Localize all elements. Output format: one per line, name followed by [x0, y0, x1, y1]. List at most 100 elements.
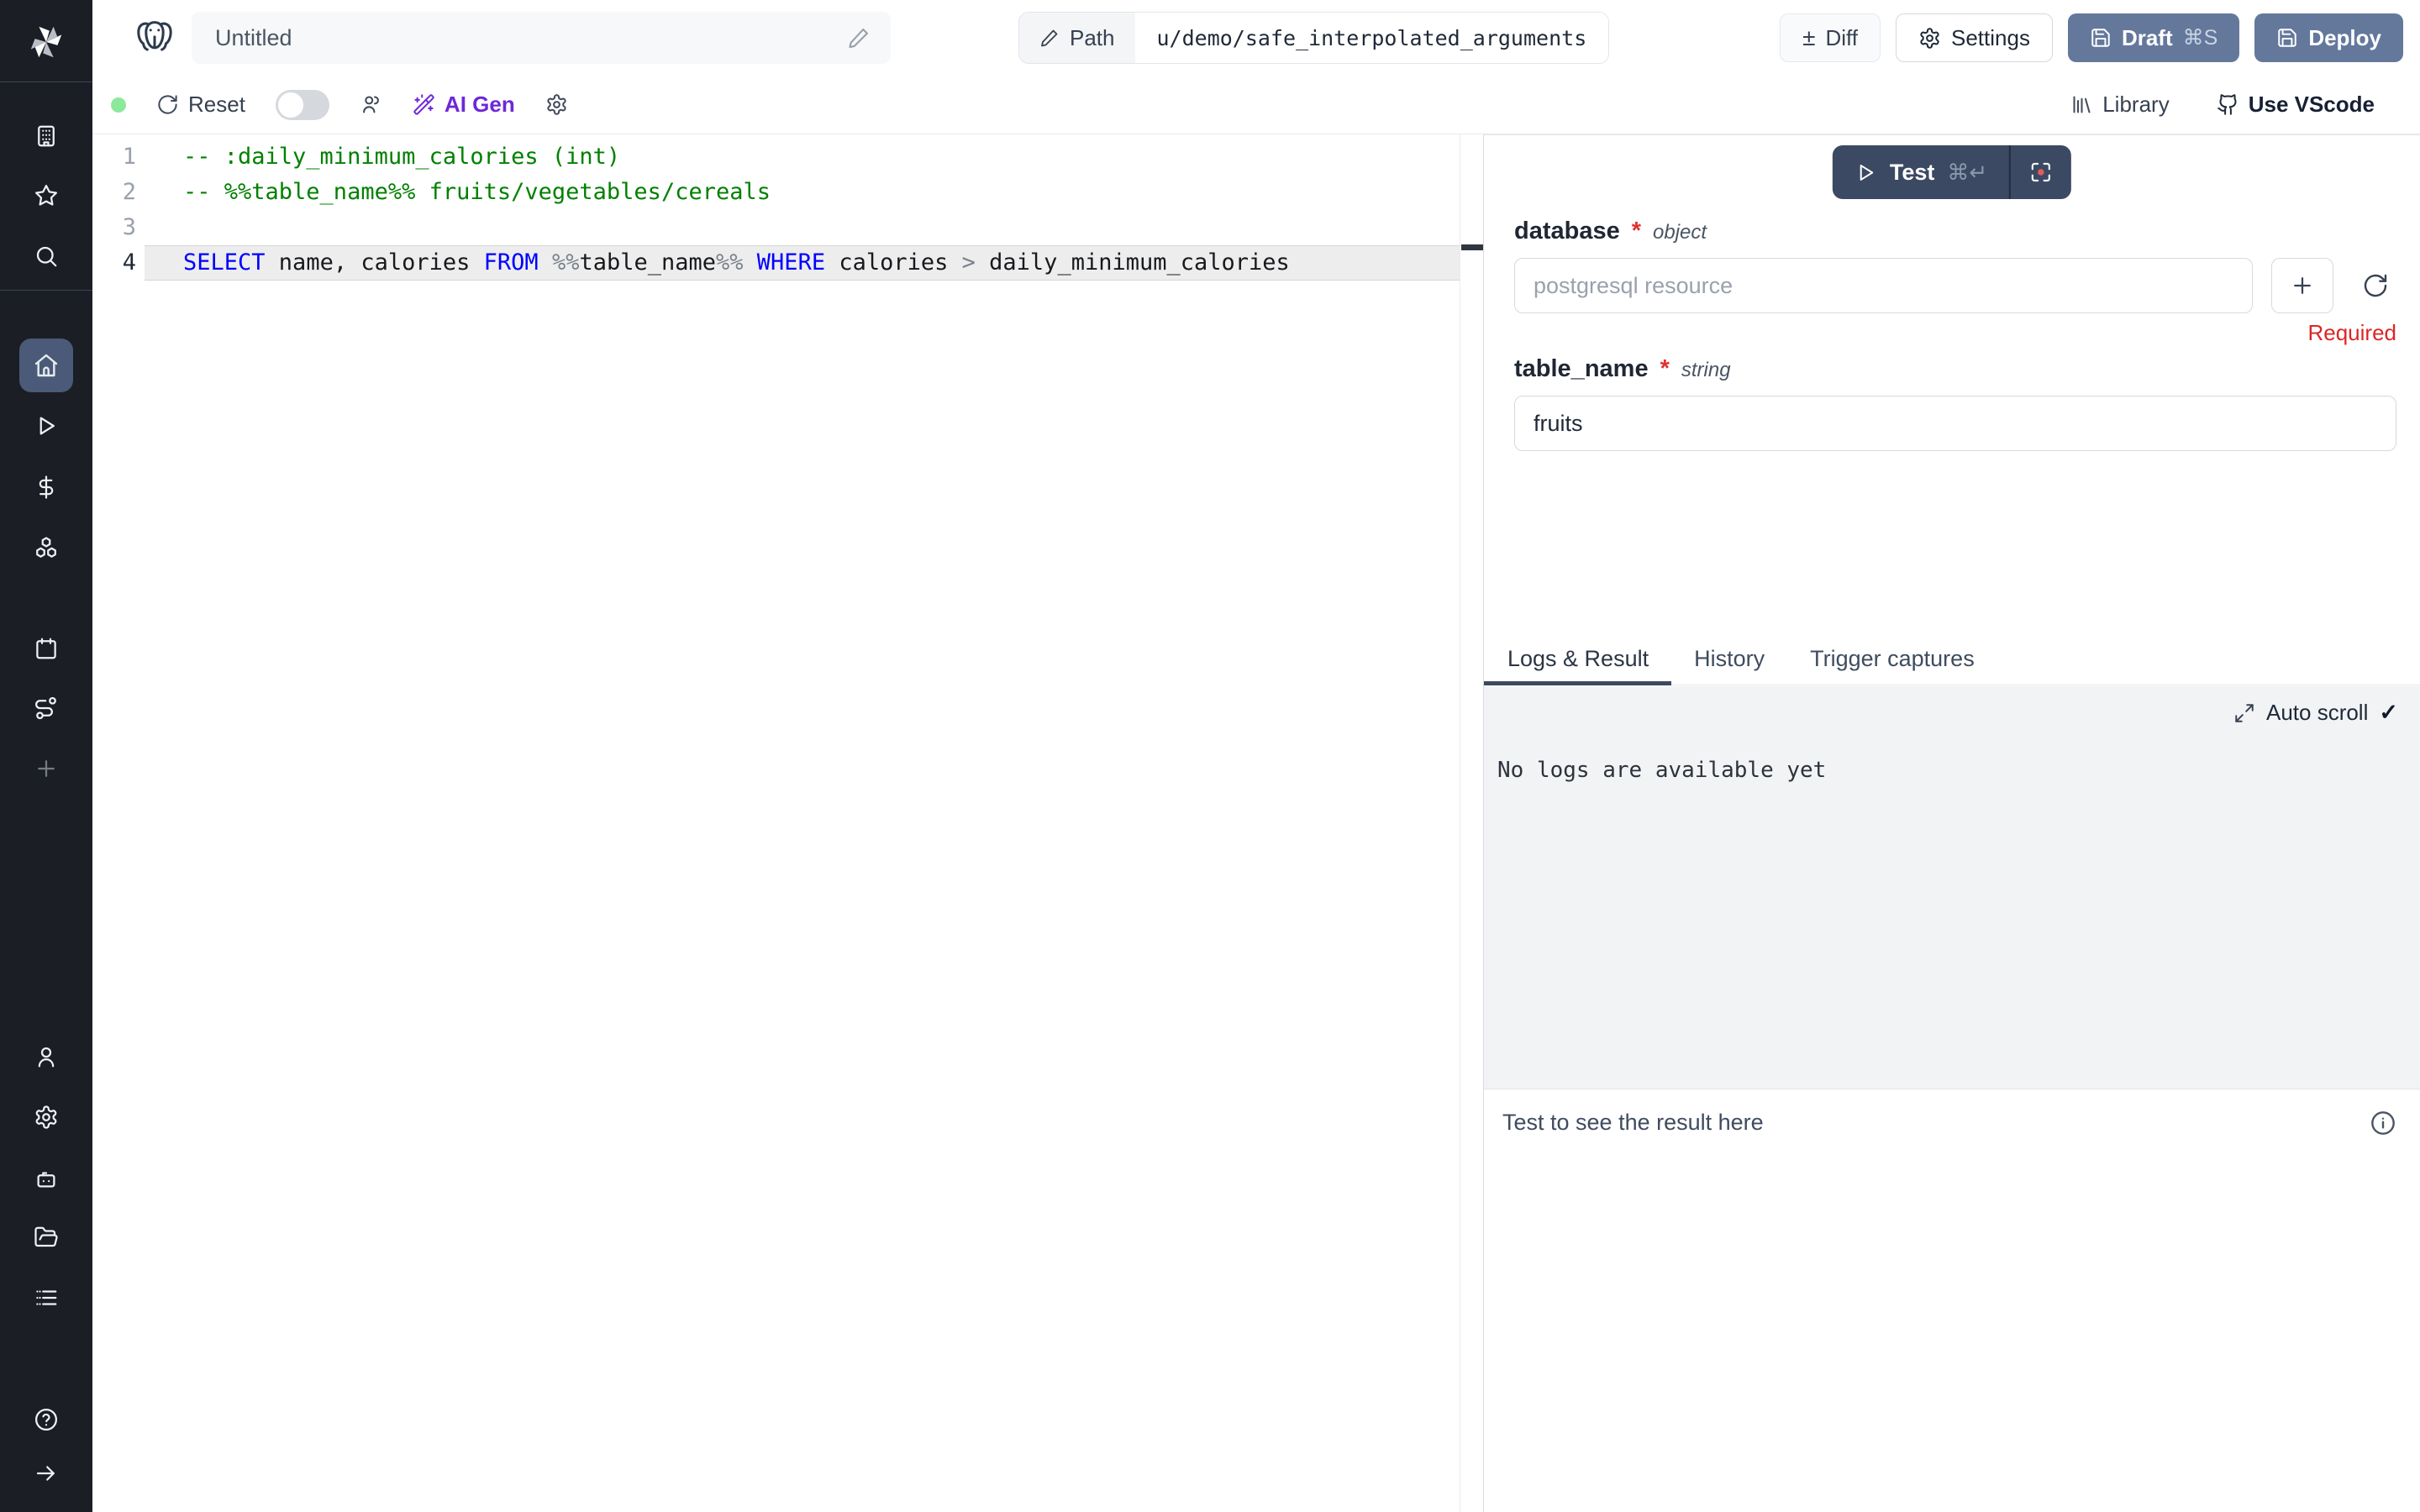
magic-wand-icon	[413, 93, 435, 116]
library-icon	[2070, 93, 2093, 116]
sidebar-item-user-icon[interactable]	[34, 1044, 59, 1069]
draft-button-label: Draft	[2122, 25, 2173, 51]
refresh-icon	[156, 93, 179, 116]
diff-mode-toggle[interactable]	[276, 90, 329, 120]
result-tabs: Logs & Result History Trigger captures	[1484, 633, 2420, 685]
draft-shortcut: ⌘S	[2183, 25, 2218, 50]
reset-label: Reset	[188, 92, 245, 118]
deploy-button[interactable]: Deploy	[2254, 13, 2403, 62]
settings-button-label: Settings	[1951, 25, 2030, 51]
field-name-table-name: table_name	[1514, 355, 1649, 383]
library-button[interactable]: Library	[2070, 92, 2169, 118]
field-type-table-name: string	[1681, 359, 1731, 382]
sidebar-item-home[interactable]	[19, 339, 73, 392]
topbar-actions: ± Diff Settings Draft ⌘S Deploy	[1780, 13, 2403, 62]
code-line[interactable]: 1-- :daily_minimum_calories (int)	[92, 139, 1460, 175]
status-dot	[111, 97, 126, 113]
autoscroll-label[interactable]: Auto scroll	[2266, 700, 2368, 726]
postgresql-elephant-icon	[133, 16, 176, 60]
save-icon	[2090, 27, 2112, 49]
sidebar-item-flows-route-icon[interactable]	[34, 696, 59, 721]
code-editor[interactable]: 1-- :daily_minimum_calories (int)2-- %%t…	[92, 134, 1460, 1512]
code-line[interactable]: 2-- %%table_name%% fruits/vegetables/cer…	[92, 175, 1460, 210]
diff-button-label: Diff	[1825, 25, 1858, 51]
line-number: 3	[92, 210, 136, 245]
sidebar-item-variables-dollar-icon[interactable]	[34, 475, 59, 500]
sidebar-item-folders-folder-open-icon[interactable]	[34, 1225, 59, 1250]
code-text: -- :daily_minimum_calories (int)	[136, 139, 620, 175]
path-control[interactable]: Path u/demo/safe_interpolated_arguments	[1018, 12, 1609, 64]
test-button-row: Test ⌘↵	[1484, 135, 2420, 211]
save-icon	[2276, 27, 2298, 49]
toggle-knob	[278, 92, 303, 118]
refresh-resources-button[interactable]	[2357, 267, 2394, 304]
search-icon[interactable]	[34, 244, 59, 269]
table-name-field-label-row: table_name* string	[1514, 355, 2396, 389]
sidebar-item-runs-play-icon[interactable]	[34, 413, 59, 438]
path-label: Path	[1070, 25, 1115, 51]
deploy-button-label: Deploy	[2308, 25, 2381, 51]
test-shortcut: ⌘↵	[1947, 160, 1987, 186]
settings-button[interactable]: Settings	[1896, 13, 2053, 62]
sidebar	[0, 0, 92, 1512]
database-field-label-row: database* object	[1514, 218, 2396, 251]
info-icon[interactable]	[2370, 1110, 2396, 1137]
sidebar-divider	[0, 290, 92, 291]
diff-plus-minus-icon: ±	[1802, 26, 1815, 50]
ai-gen-button[interactable]: AI Gen	[413, 92, 515, 118]
run-panel: Test ⌘↵ database* object	[1483, 134, 2420, 1512]
autoscroll-row: Auto scroll ✓	[1484, 686, 2420, 726]
windmill-logo-icon[interactable]	[27, 23, 66, 61]
favorites-star-icon[interactable]	[34, 183, 59, 208]
windmill-editor-window: Untitled Path u/demo/safe_interpolated_a…	[0, 0, 2420, 1512]
sidebar-item-list-icon[interactable]	[34, 1285, 59, 1310]
help-icon[interactable]	[34, 1407, 59, 1432]
path-value[interactable]: u/demo/safe_interpolated_arguments	[1135, 13, 1609, 63]
workspace-building-icon[interactable]	[34, 123, 59, 149]
editor-toolbar: Reset AI Gen Library Use VScode	[92, 76, 2420, 134]
script-title: Untitled	[215, 25, 847, 51]
add-resource-button[interactable]	[2271, 258, 2333, 313]
required-asterisk: *	[1632, 218, 1641, 245]
table-name-input[interactable]	[1514, 396, 2396, 451]
script-title-input[interactable]: Untitled	[192, 12, 891, 64]
sidebar-item-workers-robot-icon[interactable]	[34, 1166, 59, 1191]
toolbar-right: Library Use VScode	[2070, 92, 2375, 118]
editor-settings-gear-icon[interactable]	[545, 93, 568, 116]
test-button[interactable]: Test ⌘↵	[1833, 145, 2009, 199]
editor-overview-ruler[interactable]	[1460, 134, 1483, 1512]
draft-button[interactable]: Draft ⌘S	[2068, 13, 2239, 62]
sidebar-item-resources-cubes-icon[interactable]	[34, 535, 59, 560]
collaborators-users-icon[interactable]	[360, 93, 382, 116]
code-line[interactable]: 3	[92, 210, 1460, 245]
code-lines: 1-- :daily_minimum_calories (int)2-- %%t…	[92, 139, 1460, 281]
gear-icon	[1918, 27, 1941, 50]
expand-logs-icon[interactable]	[2233, 702, 2255, 724]
topbar: Untitled Path u/demo/safe_interpolated_a…	[92, 0, 2420, 76]
field-name-database: database	[1514, 218, 1620, 245]
collapse-arrow-right-icon[interactable]	[34, 1461, 59, 1486]
tab-trigger-captures[interactable]: Trigger captures	[1787, 633, 1997, 685]
sidebar-item-settings-gear-icon[interactable]	[34, 1105, 59, 1130]
path-label-segment[interactable]: Path	[1019, 13, 1135, 63]
edit-title-pencil-icon[interactable]	[847, 26, 871, 50]
logs-panel: Auto scroll ✓ No logs are available yet	[1484, 686, 2420, 1089]
reset-button[interactable]: Reset	[156, 92, 245, 118]
autoscroll-check-icon[interactable]: ✓	[2379, 700, 2398, 726]
edit-path-pencil-icon	[1039, 28, 1060, 48]
use-vscode-button[interactable]: Use VScode	[2217, 92, 2375, 118]
capture-trigger-button[interactable]	[2011, 145, 2071, 199]
line-number: 1	[92, 139, 136, 175]
sidebar-add-plus-icon[interactable]	[34, 756, 59, 781]
logs-empty-message: No logs are available yet	[1497, 758, 2420, 783]
database-resource-input[interactable]	[1514, 258, 2253, 313]
tab-history[interactable]: History	[1671, 633, 1787, 685]
code-line[interactable]: 4SELECT name, calories FROM %%table_name…	[92, 245, 1460, 281]
tab-logs-result[interactable]: Logs & Result	[1484, 633, 1671, 685]
code-text	[136, 210, 183, 245]
sidebar-item-schedules-calendar-icon[interactable]	[34, 636, 59, 661]
line-number: 2	[92, 175, 136, 210]
test-button-group: Test ⌘↵	[1833, 145, 2071, 199]
database-required-hint: Required	[1514, 320, 2396, 345]
diff-button[interactable]: ± Diff	[1780, 13, 1881, 62]
